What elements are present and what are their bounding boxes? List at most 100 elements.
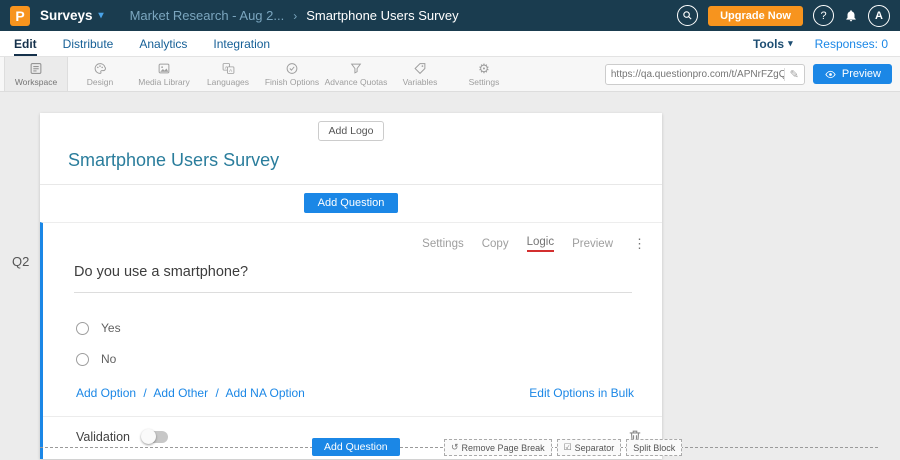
toolbar-item-label: Languages xyxy=(207,77,249,87)
survey-card: Add Logo Smartphone Users Survey Add Que… xyxy=(40,113,662,459)
toolbar-item-settings[interactable]: ⚙ Settings xyxy=(452,57,516,91)
question-toolbar: Settings Copy Logic Preview ⋮ xyxy=(43,223,662,252)
tab-distribute[interactable]: Distribute xyxy=(63,31,114,56)
responses-count[interactable]: Responses: 0 xyxy=(815,37,888,51)
tab-integration-label: Integration xyxy=(213,37,270,51)
separator-label: Separator xyxy=(575,443,615,453)
add-na-option-link[interactable]: Add NA Option xyxy=(225,386,304,400)
toolbar-item-media-library[interactable]: Media Library xyxy=(132,57,196,91)
remove-page-break-button[interactable]: ↺ Remove Page Break xyxy=(444,439,552,456)
tab-distribute-label: Distribute xyxy=(63,37,114,51)
upgrade-now-button[interactable]: Upgrade Now xyxy=(708,6,803,26)
finish-options-icon xyxy=(285,61,299,75)
toolbar-item-finish-options[interactable]: Finish Options xyxy=(260,57,324,91)
survey-url-box: ✎ xyxy=(605,64,805,85)
tag-icon xyxy=(413,61,427,75)
avatar[interactable]: A xyxy=(868,5,890,27)
toolbar-item-label: Advance Quotas xyxy=(325,77,388,87)
help-button[interactable]: ? xyxy=(813,5,834,26)
question-preview-link[interactable]: Preview xyxy=(572,238,613,250)
toolbar-item-label: Media Library xyxy=(138,77,190,87)
link-separator: / xyxy=(215,386,218,400)
image-icon xyxy=(157,61,171,75)
breadcrumb: Market Research - Aug 2... › Smartphone … xyxy=(130,8,459,23)
brand-logo[interactable]: P xyxy=(10,6,30,26)
toolbar-item-label: Settings xyxy=(469,77,500,87)
toolbar-item-label: Workspace xyxy=(15,77,57,87)
app-window: P Surveys ▾ Market Research - Aug 2... ›… xyxy=(0,0,900,460)
add-other-link[interactable]: Add Other xyxy=(153,386,208,400)
bell-icon xyxy=(844,8,858,23)
tab-analytics[interactable]: Analytics xyxy=(139,31,187,56)
main-nav: Edit Distribute Analytics Integration To… xyxy=(0,31,900,57)
preview-button[interactable]: Preview xyxy=(813,64,892,84)
question-settings-link[interactable]: Settings xyxy=(422,238,464,250)
survey-title[interactable]: Smartphone Users Survey xyxy=(68,150,662,171)
search-button[interactable] xyxy=(677,5,698,26)
answer-option-label[interactable]: Yes xyxy=(101,321,121,335)
breadcrumb-current: Smartphone Users Survey xyxy=(306,8,458,23)
question-block: Settings Copy Logic Preview ⋮ Do you use… xyxy=(40,222,662,459)
toolbar-item-advance-quotas[interactable]: Advance Quotas xyxy=(324,57,388,91)
split-block-button[interactable]: Split Block xyxy=(626,439,682,456)
breadcrumb-parent[interactable]: Market Research - Aug 2... xyxy=(130,8,285,23)
languages-icon: AA xyxy=(221,61,236,75)
builder-toolbar: Workspace Design Media Library AA Langua… xyxy=(0,57,900,92)
separator-button[interactable]: ☑ Separator xyxy=(557,439,622,456)
eye-icon xyxy=(824,69,837,80)
question-logic-link[interactable]: Logic xyxy=(527,236,555,252)
undo-icon: ↺ xyxy=(451,442,459,453)
page-break-row: Add Question ↺ Remove Page Break ☑ Separ… xyxy=(40,438,878,458)
toolbar-item-languages[interactable]: AA Languages xyxy=(196,57,260,91)
avatar-letter: A xyxy=(875,10,883,22)
toolbar-right: ✎ Preview xyxy=(605,57,900,91)
nav-right: Tools ▾ Responses: 0 xyxy=(753,31,900,56)
breadcrumb-separator: › xyxy=(293,9,297,23)
checkbox-icon: ☑ xyxy=(564,442,572,453)
radio-button[interactable] xyxy=(76,353,89,366)
option-links-row: Add Option / Add Other / Add NA Option E… xyxy=(76,386,634,400)
add-question-button[interactable]: Add Question xyxy=(304,193,399,213)
chevron-down-icon: ▾ xyxy=(788,38,793,49)
logo-row: Add Logo xyxy=(40,113,662,141)
tab-edit-label: Edit xyxy=(14,37,37,51)
add-option-link[interactable]: Add Option xyxy=(76,386,136,400)
add-question-footer-button[interactable]: Add Question xyxy=(312,438,400,456)
funnel-icon xyxy=(349,61,363,75)
page-break-actions: ↺ Remove Page Break ☑ Separator Split Bl… xyxy=(444,439,682,456)
notifications-button[interactable] xyxy=(844,8,858,23)
kebab-menu-icon[interactable]: ⋮ xyxy=(633,236,646,252)
radio-button[interactable] xyxy=(76,322,89,335)
top-bar: P Surveys ▾ Market Research - Aug 2... ›… xyxy=(0,0,900,31)
gear-icon: ⚙ xyxy=(478,61,490,75)
surveys-label: Surveys xyxy=(40,8,93,23)
tab-integration[interactable]: Integration xyxy=(213,31,270,56)
edit-url-icon[interactable]: ✎ xyxy=(784,68,799,81)
survey-canvas: Q2 Add Logo Smartphone Users Survey Add … xyxy=(0,92,900,460)
workspace-icon xyxy=(29,61,43,75)
option-links: Add Option / Add Other / Add NA Option xyxy=(76,386,305,400)
toolbar-item-label: Design xyxy=(87,77,113,87)
link-separator: / xyxy=(143,386,146,400)
tools-label: Tools xyxy=(753,37,784,51)
add-logo-button[interactable]: Add Logo xyxy=(318,121,385,141)
surveys-dropdown[interactable]: Surveys ▾ xyxy=(40,8,104,23)
brand-logo-letter: P xyxy=(15,8,24,24)
toolbar-item-variables[interactable]: Variables xyxy=(388,57,452,91)
question-text[interactable]: Do you use a smartphone? xyxy=(74,264,632,293)
tab-analytics-label: Analytics xyxy=(139,37,187,51)
toolbar-item-label: Finish Options xyxy=(265,77,319,87)
answer-option-label[interactable]: No xyxy=(101,352,116,366)
search-icon xyxy=(682,10,693,21)
toolbar-item-workspace[interactable]: Workspace xyxy=(4,57,68,91)
preview-label: Preview xyxy=(842,68,881,80)
toolbar-item-design[interactable]: Design xyxy=(68,57,132,91)
question-copy-link[interactable]: Copy xyxy=(482,238,509,250)
tools-dropdown[interactable]: Tools ▾ xyxy=(753,37,793,51)
edit-options-in-bulk-link[interactable]: Edit Options in Bulk xyxy=(529,386,634,400)
remove-page-break-label: Remove Page Break xyxy=(462,443,545,453)
tab-edit[interactable]: Edit xyxy=(14,31,37,56)
answer-option-row: No xyxy=(76,352,662,366)
split-block-label: Split Block xyxy=(633,443,675,453)
survey-url-input[interactable] xyxy=(611,69,784,80)
